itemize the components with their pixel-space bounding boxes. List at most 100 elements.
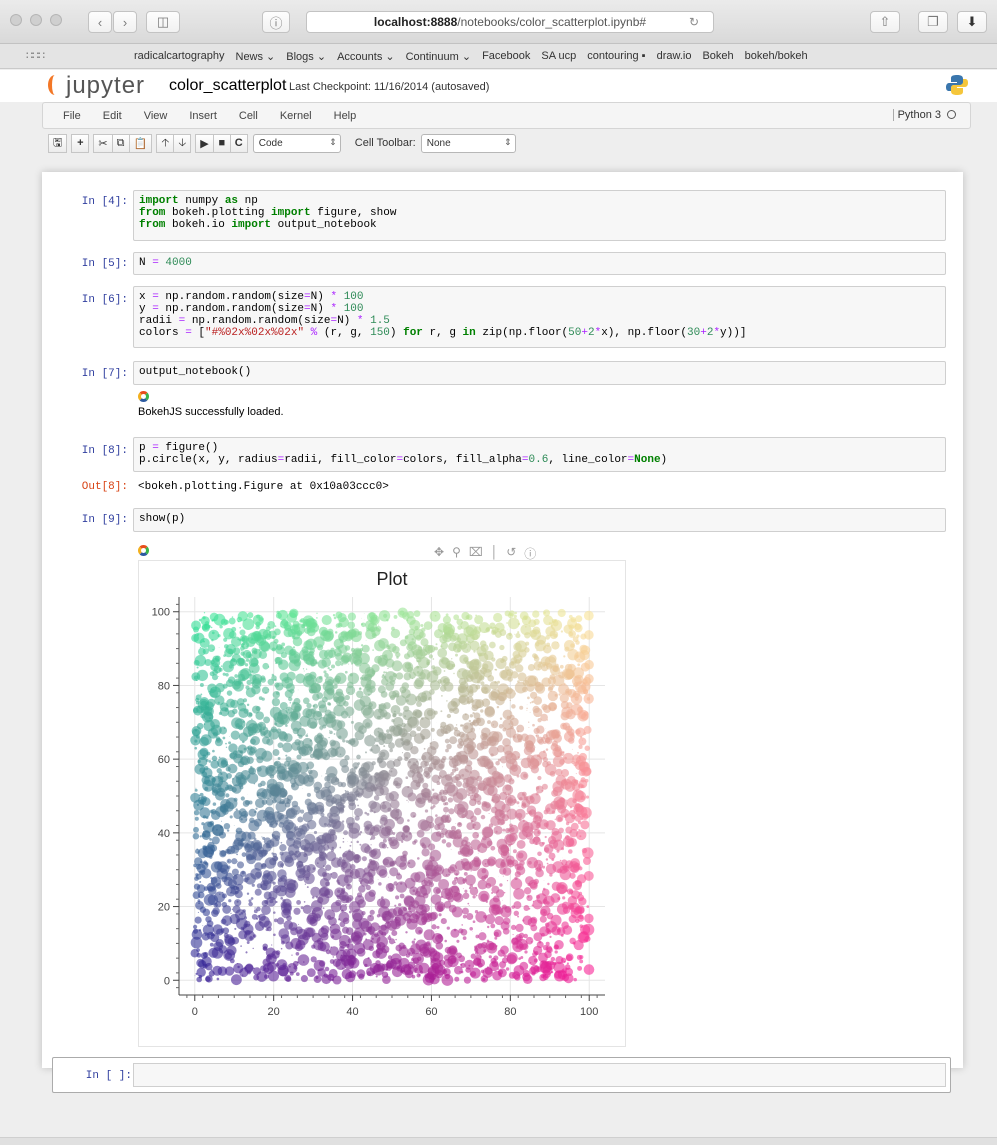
- move-up-icon[interactable]: 🡡: [156, 133, 175, 153]
- scatter-point: [342, 949, 351, 957]
- scatter-point: [248, 750, 254, 755]
- code-cell-8[interactable]: p = figure() p.circle(x, y, radius=radii…: [133, 437, 946, 472]
- sidebar-icon[interactable]: ◫: [146, 11, 180, 33]
- bookmark-item[interactable]: Continuum ⌄: [406, 50, 471, 63]
- bookmark-item[interactable]: bokeh/bokeh: [745, 50, 808, 63]
- scatter-point: [307, 769, 313, 775]
- bookmark-item[interactable]: News ⌄: [236, 50, 276, 63]
- cut-icon[interactable]: ✂: [93, 133, 113, 153]
- scatter-point: [338, 702, 341, 705]
- bokeh-plot[interactable]: Plot 0 20 40 60 80 100 0 20 40 60 80 100: [138, 560, 626, 1047]
- bookmark-item[interactable]: draw.io: [657, 50, 692, 63]
- notebook-title[interactable]: color_scatterplot: [169, 77, 286, 95]
- top-sites-icon[interactable]: ∷∷∷: [26, 49, 45, 62]
- scatter-point: [227, 763, 238, 774]
- menu-file[interactable]: File: [63, 110, 81, 122]
- bookmark-item[interactable]: Blogs ⌄: [286, 50, 326, 63]
- scatter-point: [509, 823, 513, 828]
- code-cell-9[interactable]: show(p): [133, 508, 946, 532]
- scatter-point: [407, 819, 410, 822]
- scatter-point: [470, 699, 474, 703]
- code-cell-4[interactable]: import numpy as np from bokeh.plotting i…: [133, 190, 946, 241]
- restart-icon[interactable]: C: [229, 133, 248, 153]
- scatter-point: [354, 867, 366, 879]
- scatter-point: [340, 861, 352, 873]
- bookmark-item[interactable]: Accounts ⌄: [337, 50, 395, 63]
- tabs-icon[interactable]: ❐: [918, 11, 948, 33]
- menu-help[interactable]: Help: [334, 110, 357, 122]
- bokeh-logo-icon: [138, 545, 149, 556]
- scatter-point: [402, 969, 406, 973]
- menu-edit[interactable]: Edit: [103, 110, 122, 122]
- scatter-point: [583, 857, 591, 865]
- code-cell-5[interactable]: N = 4000: [133, 252, 946, 275]
- scatter-point: [552, 786, 563, 797]
- scatter-point: [253, 974, 260, 981]
- scatter-point: [356, 947, 366, 957]
- code-cell-7[interactable]: output_notebook(): [133, 361, 946, 385]
- empty-cell-input[interactable]: [133, 1063, 946, 1087]
- menu-view[interactable]: View: [144, 110, 168, 122]
- jupyter-logo[interactable]: jupyter: [48, 72, 145, 100]
- paste-icon[interactable]: 📋: [128, 133, 153, 153]
- scatter-point: [297, 954, 310, 966]
- bookmark-item[interactable]: contouring ▪: [587, 50, 645, 63]
- menu-insert[interactable]: Insert: [189, 110, 217, 122]
- empty-code-cell[interactable]: In [ ]:: [52, 1057, 951, 1093]
- insert-cell-icon[interactable]: +: [71, 133, 90, 153]
- scatter-point: [494, 936, 498, 940]
- menu-cell[interactable]: Cell: [239, 110, 258, 122]
- share-icon[interactable]: ⇧: [870, 11, 900, 33]
- scatter-point: [513, 614, 517, 618]
- cell-type-select[interactable]: Code ⇕: [252, 133, 341, 153]
- scatter-point: [567, 775, 576, 785]
- scatter-point: [356, 754, 361, 760]
- scatter-point: [561, 847, 565, 851]
- copy-icon[interactable]: ⧉: [111, 133, 130, 153]
- scatter-point: [251, 883, 255, 887]
- code-cell-6[interactable]: x = np.random.random(size=N) * 100 y = n…: [133, 286, 946, 348]
- scatter-point: [524, 734, 536, 746]
- scatter-point: [238, 808, 247, 817]
- stop-icon[interactable]: ■: [212, 133, 231, 153]
- scatter-point: [532, 831, 534, 833]
- save-icon[interactable]: 🖫: [48, 133, 68, 153]
- scatter-point: [231, 680, 241, 690]
- zoom-window-button[interactable]: [50, 14, 62, 26]
- scatter-point: [276, 610, 280, 614]
- scatter-point: [522, 974, 533, 984]
- scatter-point: [557, 816, 563, 822]
- run-icon[interactable]: ▶: [195, 133, 214, 153]
- scatter-point: [201, 830, 211, 840]
- reload-icon[interactable]: ↻: [689, 15, 699, 29]
- close-window-button[interactable]: [10, 14, 22, 26]
- back-icon[interactable]: ‹: [88, 11, 112, 33]
- bookmark-item[interactable]: Bokeh: [702, 50, 733, 63]
- scatter-point: [481, 801, 492, 812]
- bookmark-item[interactable]: SA ucp: [541, 50, 576, 63]
- download-icon[interactable]: ⬇: [957, 11, 987, 33]
- address-bar[interactable]: localhost:8888/notebooks/color_scatterpl…: [306, 11, 714, 33]
- scatter-point: [320, 729, 322, 731]
- bookmark-item[interactable]: Facebook: [482, 50, 530, 63]
- scatter-point: [421, 885, 426, 890]
- cell-toolbar-select[interactable]: None ⇕: [420, 133, 516, 153]
- select-arrows-icon: ⇕: [504, 136, 512, 147]
- scatter-point: [356, 840, 359, 844]
- scatter-point: [546, 642, 551, 647]
- privacy-info-icon[interactable]: ⓘ: [262, 11, 290, 33]
- forward-icon[interactable]: ›: [113, 11, 137, 33]
- scatter-point: [226, 829, 230, 832]
- scatter-point: [364, 751, 368, 754]
- scatter-point: [309, 739, 312, 742]
- scatter-point: [335, 652, 343, 661]
- minimize-window-button[interactable]: [30, 14, 42, 26]
- menu-kernel[interactable]: Kernel: [280, 110, 312, 122]
- scatter-plot-svg[interactable]: Plot0 20 40 60 80 100020406080100: [139, 561, 625, 1046]
- scatter-point: [456, 876, 465, 885]
- scatter-point: [480, 709, 484, 713]
- scatter-point: [300, 809, 305, 814]
- scatter-point: [511, 704, 516, 709]
- bookmark-item[interactable]: radicalcartography: [134, 50, 225, 63]
- move-down-icon[interactable]: 🡣: [173, 133, 192, 153]
